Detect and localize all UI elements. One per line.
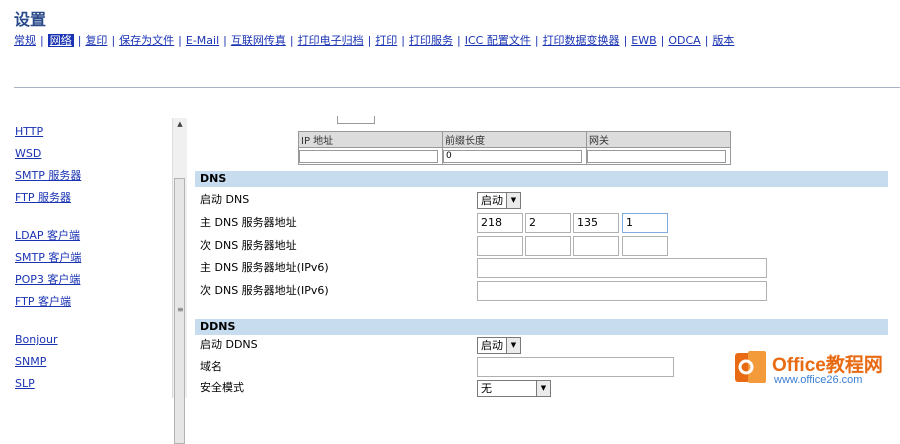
tab-4[interactable]: E-Mail bbox=[186, 34, 219, 47]
secondary-dns-octet-1[interactable] bbox=[477, 236, 523, 256]
nav-separator: | bbox=[77, 34, 82, 47]
nav-separator: | bbox=[401, 34, 406, 47]
nav-separator: | bbox=[457, 34, 461, 47]
tab-2[interactable]: 复印 bbox=[85, 34, 107, 47]
sidebar-nav: HTTP WSD SMTP 服务器 FTP 服务器 LDAP 客户端 SMTP … bbox=[15, 124, 170, 414]
clipped-select[interactable] bbox=[337, 116, 375, 124]
watermark: Office教程网 www.office26.com bbox=[734, 348, 900, 398]
office-logo-icon bbox=[735, 351, 766, 383]
sidebar-item-ftp-client[interactable]: FTP 客户端 bbox=[15, 294, 170, 316]
sidebar-scrollbar[interactable]: ▲ ≡ bbox=[172, 118, 187, 444]
sidebar-item-snmp[interactable]: SNMP bbox=[15, 354, 170, 376]
nav-separator: | bbox=[534, 34, 539, 47]
primary-dns-ipv6-label: 主 DNS 服务器地址(IPv6) bbox=[200, 261, 329, 274]
ip-address-input[interactable] bbox=[299, 149, 438, 163]
tab-12[interactable]: ODCA bbox=[668, 34, 700, 47]
nav-separator: | bbox=[660, 34, 665, 47]
dns-section-header: DNS bbox=[195, 171, 888, 187]
security-mode-label: 安全模式 bbox=[200, 381, 244, 394]
chevron-down-icon[interactable]: ▼ bbox=[536, 381, 550, 396]
tab-10[interactable]: 打印数据变换器 bbox=[543, 34, 620, 47]
chevron-down-icon[interactable]: ▼ bbox=[506, 193, 520, 208]
nav-separator: | bbox=[40, 34, 44, 47]
sidebar-item-smtp-client[interactable]: SMTP 客户端 bbox=[15, 250, 170, 272]
watermark-url: www.office26.com bbox=[774, 374, 863, 386]
enable-ddns-value: 启动 bbox=[481, 339, 503, 352]
primary-dns-octet-4[interactable]: 1 bbox=[622, 213, 668, 233]
enable-ddns-select[interactable]: 启动 ▼ bbox=[477, 337, 521, 354]
header-divider bbox=[14, 87, 900, 88]
secondary-dns-ipv6-input[interactable] bbox=[477, 281, 767, 301]
tab-9[interactable]: ICC 配置文件 bbox=[465, 34, 531, 47]
primary-dns-label: 主 DNS 服务器地址 bbox=[200, 216, 297, 229]
clipped-row bbox=[335, 116, 375, 124]
nav-separator: | bbox=[289, 34, 294, 47]
grip-icon: ≡ bbox=[177, 305, 184, 314]
nav-separator: | bbox=[223, 34, 227, 47]
secondary-dns-octet-2[interactable] bbox=[525, 236, 571, 256]
nav-separator: | bbox=[623, 34, 628, 47]
gateway-header: 网关 bbox=[586, 131, 731, 148]
prefix-length-header: 前缀长度 bbox=[442, 131, 587, 148]
ipv6-address-table: IP 地址 前缀长度 网关 0 bbox=[298, 131, 731, 165]
secondary-dns-ipv6-label: 次 DNS 服务器地址(IPv6) bbox=[200, 284, 329, 297]
sidebar-item-bonjour[interactable]: Bonjour bbox=[15, 332, 170, 354]
domain-name-label: 域名 bbox=[200, 360, 222, 373]
gateway-input[interactable] bbox=[587, 149, 726, 163]
watermark-brand: Office教程网 bbox=[772, 355, 883, 376]
tab-13[interactable]: 版本 bbox=[712, 34, 734, 47]
tab-6[interactable]: 打印电子归档 bbox=[298, 34, 364, 47]
nav-separator: | bbox=[178, 34, 182, 47]
primary-dns-octet-1[interactable]: 218 bbox=[477, 213, 523, 233]
ddns-section-header: DDNS bbox=[195, 319, 888, 335]
primary-dns-octet-3[interactable]: 135 bbox=[573, 213, 619, 233]
sidebar-group-servers: HTTP WSD SMTP 服务器 FTP 服务器 bbox=[15, 124, 170, 212]
security-mode-select[interactable]: 无 ▼ bbox=[477, 380, 551, 397]
secondary-dns-label: 次 DNS 服务器地址 bbox=[200, 239, 297, 252]
sidebar-group-discovery: Bonjour SNMP SLP bbox=[15, 332, 170, 398]
tab-5[interactable]: 互联网传真 bbox=[231, 34, 286, 47]
chevron-down-icon[interactable]: ▼ bbox=[506, 338, 520, 353]
enable-dns-label: 启动 DNS bbox=[200, 193, 250, 206]
primary-dns-octet-2[interactable]: 2 bbox=[525, 213, 571, 233]
sidebar-item-ldap-client[interactable]: LDAP 客户端 bbox=[15, 228, 170, 250]
tab-1[interactable]: 网络 bbox=[47, 34, 74, 47]
enable-ddns-label: 启动 DDNS bbox=[200, 338, 258, 351]
tab-8[interactable]: 打印服务 bbox=[409, 34, 453, 47]
sidebar-item-smtp-server[interactable]: SMTP 服务器 bbox=[15, 168, 170, 190]
tab-7[interactable]: 打印 bbox=[375, 34, 397, 47]
sidebar-group-clients: LDAP 客户端 SMTP 客户端 POP3 客户端 FTP 客户端 bbox=[15, 228, 170, 316]
tab-0[interactable]: 常规 bbox=[14, 34, 36, 47]
secondary-dns-octet-4[interactable] bbox=[622, 236, 668, 256]
tab-3[interactable]: 保存为文件 bbox=[119, 34, 174, 47]
enable-dns-select[interactable]: 启动 ▼ bbox=[477, 192, 521, 209]
nav-separator: | bbox=[111, 34, 116, 47]
nav-separator: | bbox=[367, 34, 372, 47]
sidebar-item-ftp-server[interactable]: FTP 服务器 bbox=[15, 190, 170, 212]
domain-name-input[interactable] bbox=[477, 357, 674, 377]
security-mode-value: 无 bbox=[481, 382, 492, 395]
prefix-length-input[interactable]: 0 bbox=[443, 149, 582, 163]
secondary-dns-octet-3[interactable] bbox=[573, 236, 619, 256]
tab-11[interactable]: EWB bbox=[631, 34, 656, 47]
scroll-up-icon[interactable]: ▲ bbox=[173, 120, 187, 132]
nav-separator: | bbox=[704, 34, 709, 47]
page-title: 设置 bbox=[14, 10, 47, 29]
enable-dns-value: 启动 bbox=[481, 194, 503, 207]
ip-address-header: IP 地址 bbox=[298, 131, 443, 148]
sidebar-item-pop3-client[interactable]: POP3 客户端 bbox=[15, 272, 170, 294]
scrollbar-thumb[interactable]: ≡ bbox=[174, 178, 185, 444]
primary-dns-ipv6-input[interactable] bbox=[477, 258, 767, 278]
sidebar-item-wsd[interactable]: WSD bbox=[15, 146, 170, 168]
sidebar-item-http[interactable]: HTTP bbox=[15, 124, 170, 146]
sidebar-item-slp[interactable]: SLP bbox=[15, 376, 170, 398]
top-nav: 常规 | 网络 | 复印 | 保存为文件 | E-Mail | 互联网传真 | 打印电子归档 | 打印 | 打印… bbox=[14, 32, 734, 48]
